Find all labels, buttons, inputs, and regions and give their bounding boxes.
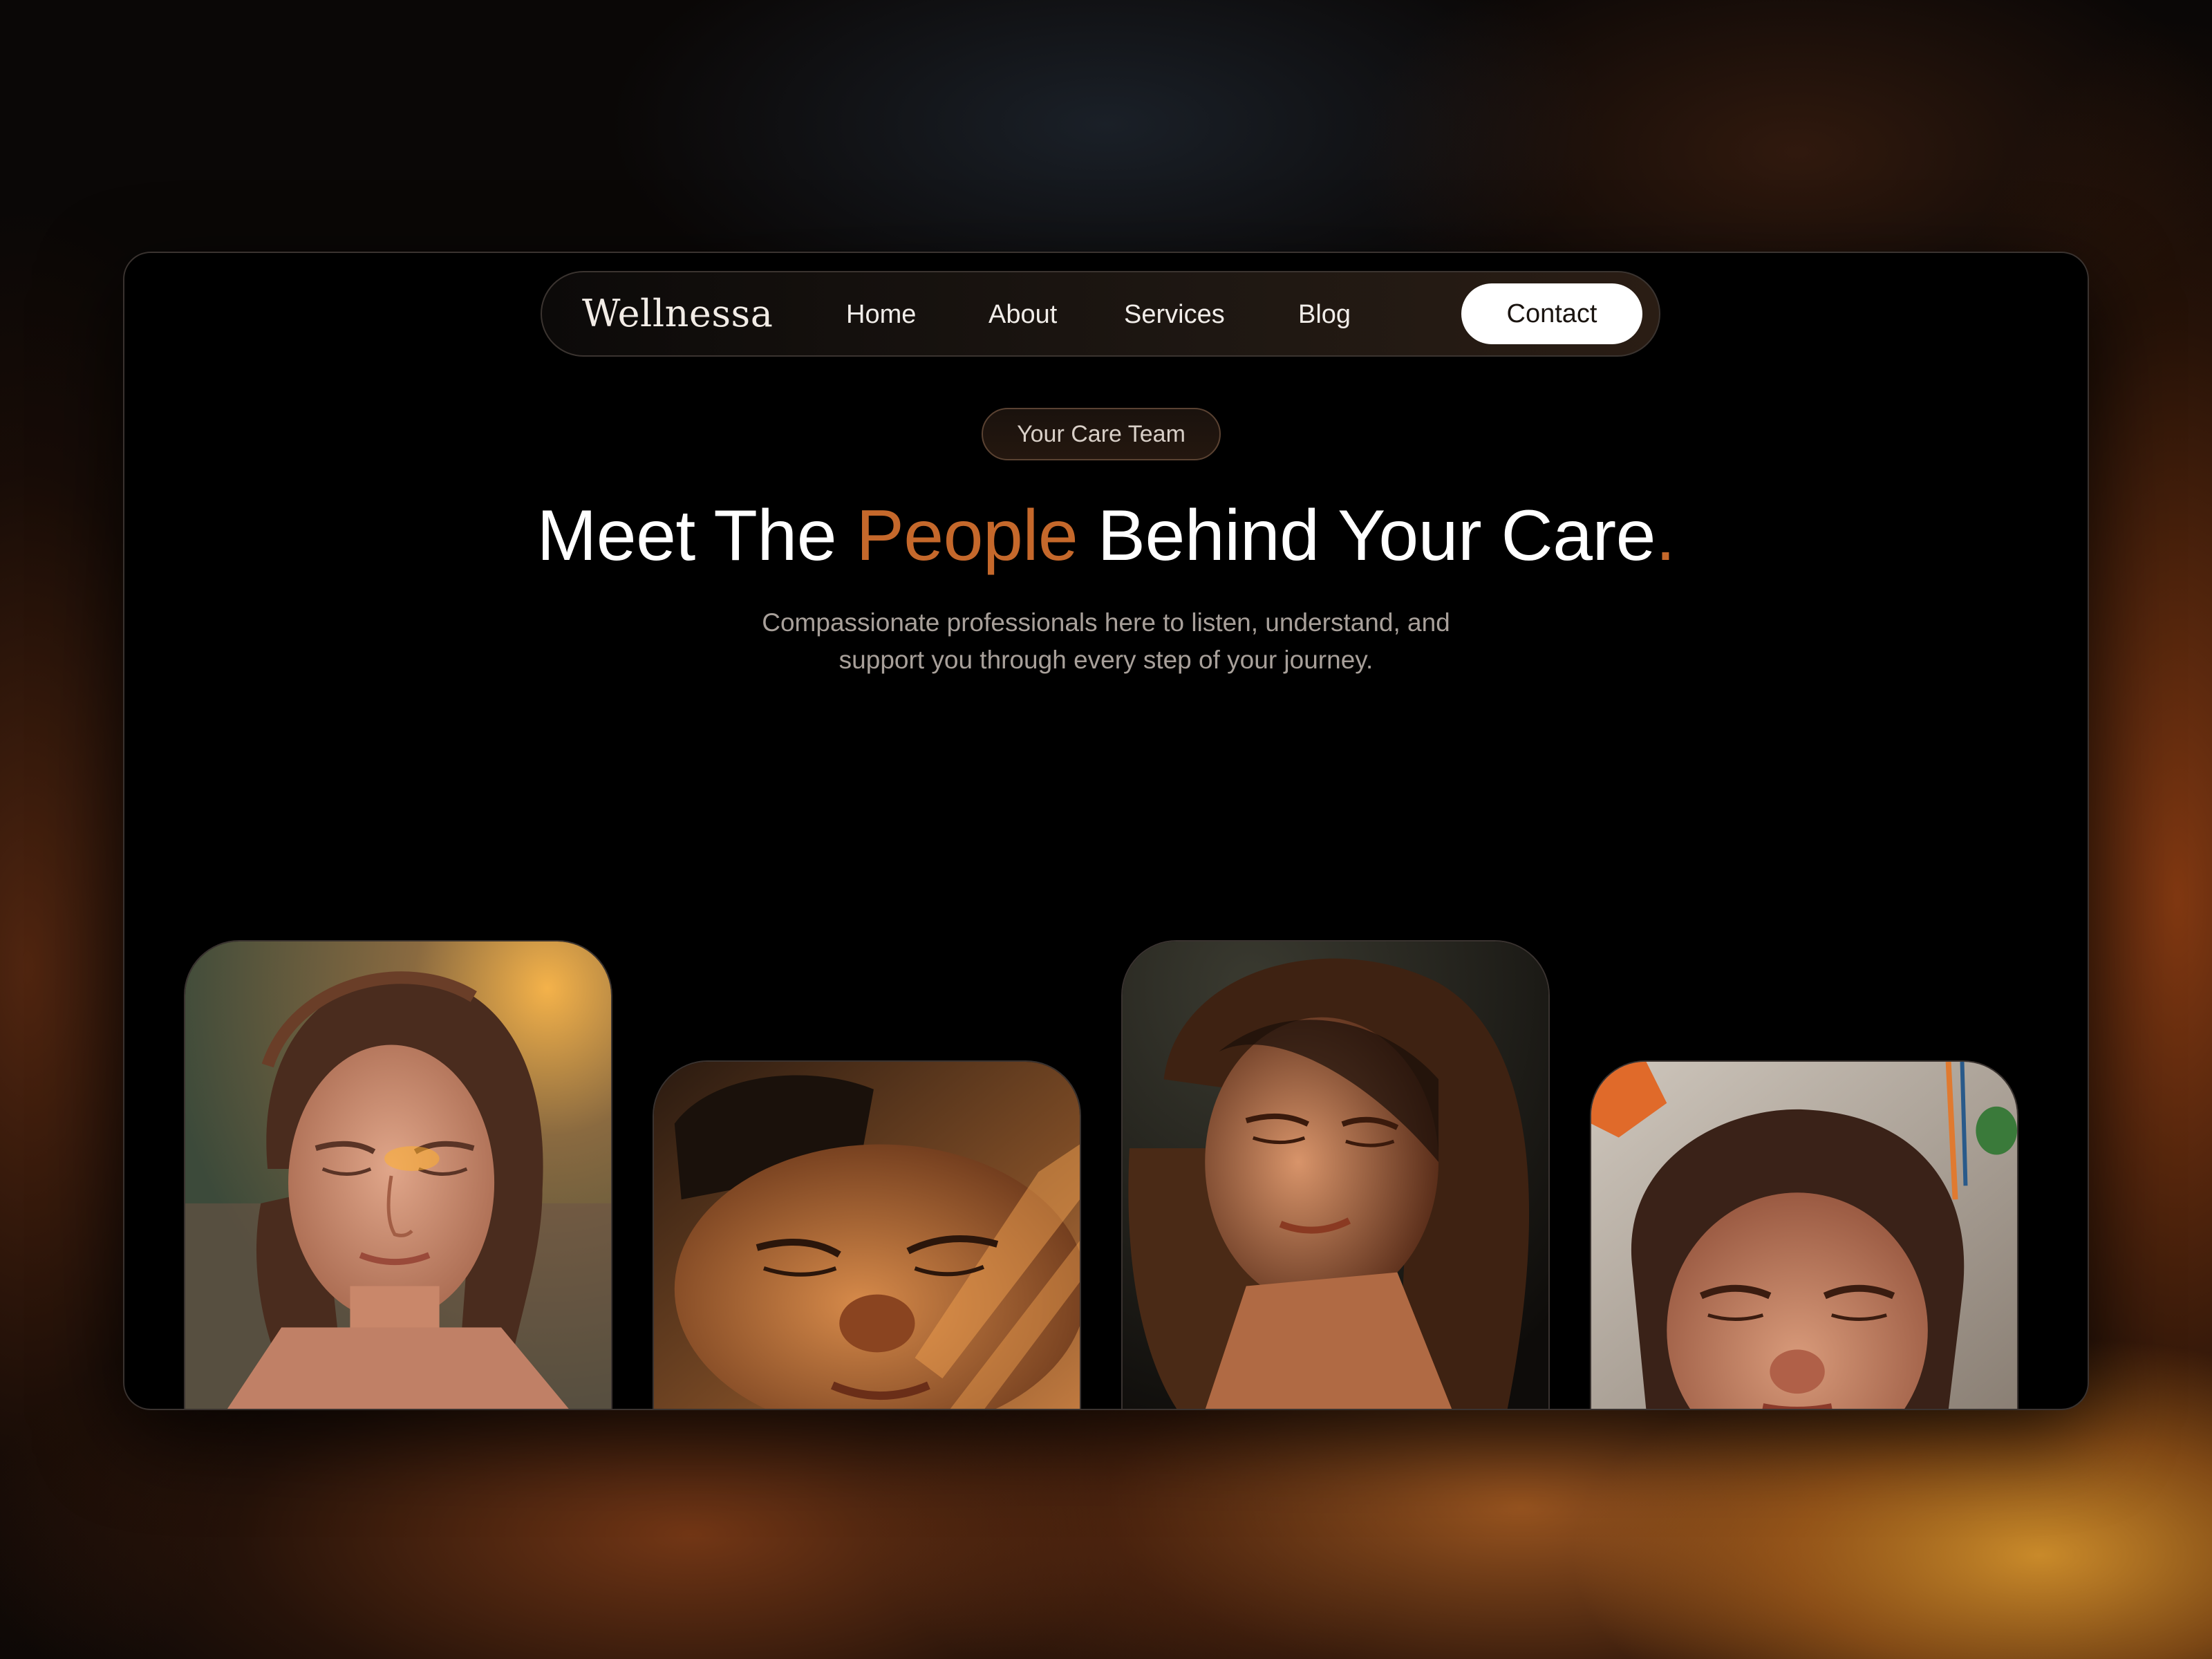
headline-part-1: Meet The — [536, 496, 856, 576]
headline-accent-word: People — [856, 496, 1078, 576]
contact-button[interactable]: Contact — [1461, 283, 1642, 344]
nav-link-blog[interactable]: Blog — [1298, 300, 1351, 330]
portrait-photo-icon — [1123, 941, 1548, 1409]
brand-logo[interactable]: Wellnessa — [582, 292, 773, 335]
top-navbar: Wellnessa Home About Services Blog Conta… — [541, 271, 1660, 357]
headline-period: . — [1655, 496, 1676, 576]
team-photo-card-2[interactable] — [653, 1060, 1081, 1409]
page-frame: Wellnessa Home About Services Blog Conta… — [123, 252, 2089, 1410]
subtitle-line-1: Compassionate professionals here to list… — [762, 608, 1450, 637]
nav-link-home[interactable]: Home — [846, 300, 916, 330]
portrait-photo-icon — [185, 941, 611, 1409]
team-photo-card-4[interactable] — [1590, 1060, 2018, 1409]
team-photo-card-1[interactable] — [184, 940, 612, 1409]
portrait-photo-icon — [654, 1062, 1080, 1409]
team-photo-card-3[interactable] — [1121, 940, 1550, 1409]
section-badge: Your Care Team — [982, 408, 1221, 460]
page-title: Meet The People Behind Your Care. — [124, 495, 2088, 577]
portrait-photo-icon — [1591, 1062, 2017, 1409]
headline-part-2: Behind Your Care — [1078, 496, 1656, 576]
subtitle-line-2: support you through every step of your j… — [838, 646, 1374, 674]
nav-link-about[interactable]: About — [988, 300, 1057, 330]
nav-link-services[interactable]: Services — [1124, 300, 1225, 330]
hero-subtitle: Compassionate professionals here to list… — [760, 604, 1452, 679]
